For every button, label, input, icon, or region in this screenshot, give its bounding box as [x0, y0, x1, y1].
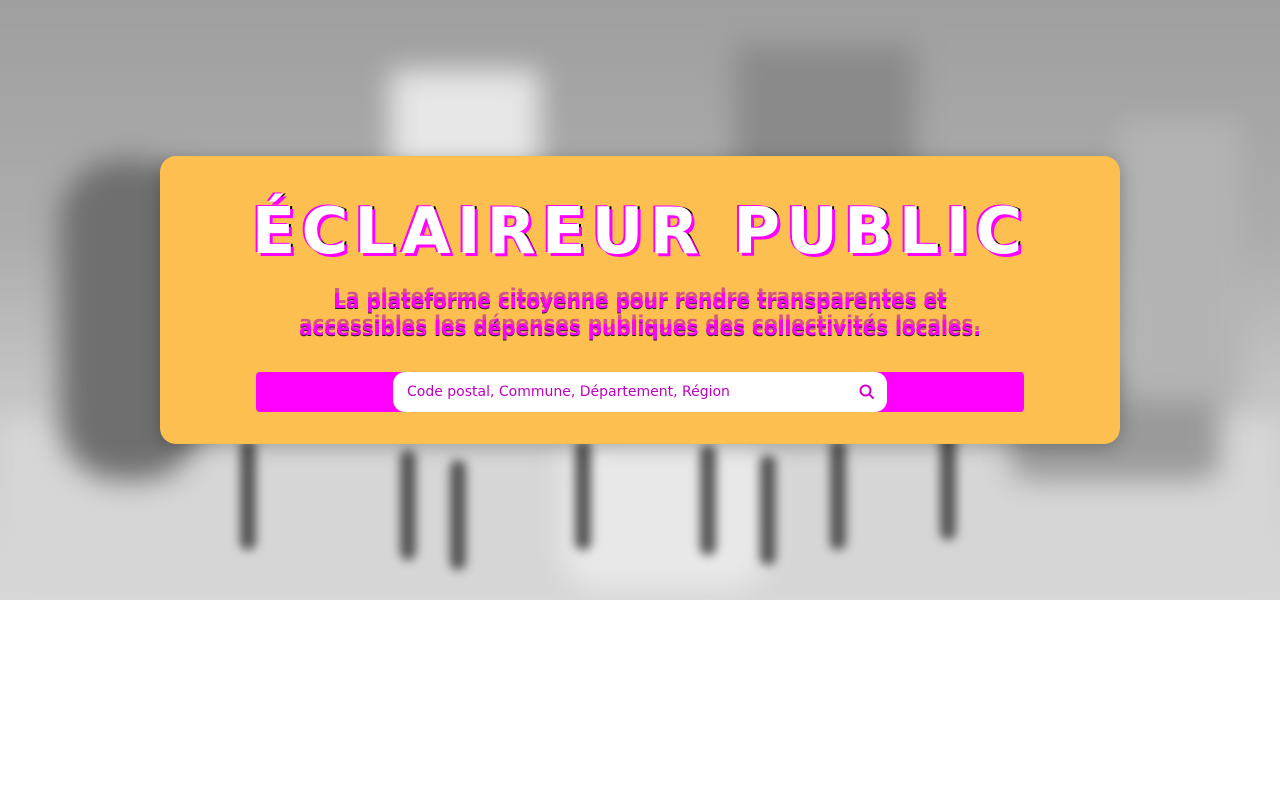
- hero-image-figure: [760, 455, 776, 565]
- hero-card: ÉCLAIREUR PUBLIC La plateforme citoyenne…: [160, 156, 1120, 444]
- hero-image-shape: [560, 430, 770, 590]
- hero-image-shape: [1120, 120, 1240, 400]
- search-icon[interactable]: [857, 382, 877, 402]
- hero-image-figure: [400, 450, 416, 560]
- hero-image-figure: [830, 440, 846, 550]
- search-bar: [256, 372, 1024, 412]
- hero-image-figure: [240, 440, 256, 550]
- site-tagline: La plateforme citoyenne pour rendre tran…: [299, 289, 981, 340]
- hero-image-figure: [700, 445, 716, 555]
- site-title: ÉCLAIREUR PUBLIC: [251, 195, 1029, 269]
- hero-image-figure: [450, 460, 466, 570]
- search-input[interactable]: [407, 372, 837, 412]
- hero-image-figure: [575, 440, 591, 550]
- hero-image-figure: [940, 430, 956, 540]
- search-box: [393, 372, 887, 412]
